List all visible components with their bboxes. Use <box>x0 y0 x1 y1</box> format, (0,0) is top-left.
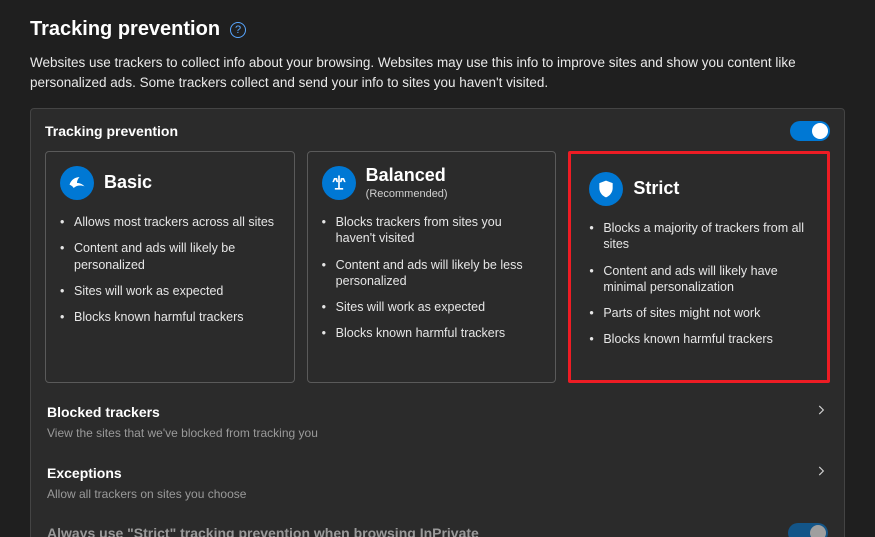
card-head-strict: Strict <box>589 172 809 206</box>
bullet: Sites will work as expected <box>60 283 280 299</box>
bullet: Blocks a majority of trackers from all s… <box>589 220 809 253</box>
level-cards: Basic Allows most trackers across all si… <box>45 151 830 383</box>
panel-heading: Tracking prevention <box>45 123 178 139</box>
panel-header: Tracking prevention <box>45 121 830 151</box>
help-icon[interactable]: ? <box>230 22 246 38</box>
bullet: Sites will work as expected <box>322 299 542 315</box>
bullet: Blocks known harmful trackers <box>60 309 280 325</box>
basic-icon <box>60 166 94 200</box>
chevron-right-icon <box>814 464 828 483</box>
exceptions-sub: Allow all trackers on sites you choose <box>45 485 830 511</box>
bullet: Allows most trackers across all sites <box>60 214 280 230</box>
exceptions-link[interactable]: Exceptions <box>45 454 830 485</box>
bullet: Parts of sites might not work <box>589 305 809 321</box>
chevron-right-icon <box>814 403 828 422</box>
basic-title: Basic <box>104 173 152 193</box>
intro-text: Websites use trackers to collect info ab… <box>30 53 845 92</box>
bullet: Content and ads will likely be less pers… <box>322 257 542 290</box>
bullet: Content and ads will likely have minimal… <box>589 263 809 296</box>
inprivate-strict-toggle[interactable] <box>788 523 828 537</box>
page-header: Tracking prevention ? <box>30 18 845 41</box>
tracking-prevention-toggle[interactable] <box>790 121 830 141</box>
blocked-trackers-link[interactable]: Blocked trackers <box>45 393 830 424</box>
bullet: Blocks known harmful trackers <box>589 331 809 347</box>
blocked-trackers-title: Blocked trackers <box>47 404 160 420</box>
exceptions-title: Exceptions <box>47 465 122 481</box>
inprivate-strict-label: Always use "Strict" tracking prevention … <box>47 525 479 537</box>
bullet: Blocks known harmful trackers <box>322 325 542 341</box>
tracking-prevention-panel: Tracking prevention Basic Allows <box>30 108 845 537</box>
tracking-prevention-page: Tracking prevention ? Websites use track… <box>0 0 875 537</box>
bullet: Content and ads will likely be personali… <box>60 240 280 273</box>
level-card-balanced[interactable]: Balanced (Recommended) Blocks trackers f… <box>307 151 557 383</box>
inprivate-strict-row: Always use "Strict" tracking prevention … <box>45 511 830 537</box>
balanced-title: Balanced <box>366 166 448 186</box>
strict-bullets: Blocks a majority of trackers from all s… <box>589 220 809 348</box>
balanced-subtitle: (Recommended) <box>366 188 448 200</box>
basic-bullets: Allows most trackers across all sites Co… <box>60 214 280 325</box>
level-card-basic[interactable]: Basic Allows most trackers across all si… <box>45 151 295 383</box>
balanced-bullets: Blocks trackers from sites you haven't v… <box>322 214 542 342</box>
page-title: Tracking prevention <box>30 18 220 41</box>
blocked-trackers-sub: View the sites that we've blocked from t… <box>45 424 830 450</box>
card-head-balanced: Balanced (Recommended) <box>322 166 542 200</box>
card-head-basic: Basic <box>60 166 280 200</box>
bullet: Blocks trackers from sites you haven't v… <box>322 214 542 247</box>
balanced-icon <box>322 166 356 200</box>
level-card-strict[interactable]: Strict Blocks a majority of trackers fro… <box>568 151 830 383</box>
strict-title: Strict <box>633 179 679 199</box>
strict-icon <box>589 172 623 206</box>
